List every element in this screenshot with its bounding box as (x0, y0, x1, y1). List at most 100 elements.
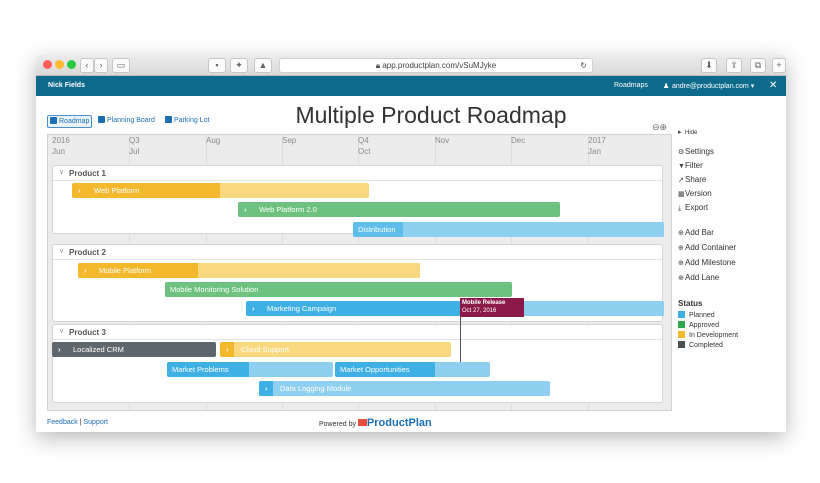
milestone-flag[interactable]: Mobile Release Oct 27, 2016 (460, 298, 524, 317)
plus-circle-icon: ⊕ (678, 230, 684, 237)
minimize-window-button[interactable] (55, 60, 64, 69)
lane-header[interactable]: ∨ Product 2 (53, 245, 662, 260)
legend-item: Planned (678, 311, 778, 319)
export-button[interactable]: ⤓ Export (678, 203, 708, 213)
timeline-label: 2017 Jan (588, 136, 606, 156)
expand-arrow-icon[interactable]: › (252, 301, 255, 316)
brand-name: ProductPlan (366, 417, 432, 429)
legend-item: In Development (678, 331, 778, 339)
roadmap-icon (50, 117, 57, 124)
legend-title: Status (678, 299, 703, 308)
legend-swatch (678, 311, 685, 318)
timeline-label: Q4 Oct (358, 136, 371, 156)
roadmap-bar[interactable]: › Web Platform 2.0 (238, 202, 560, 217)
hide-sidebar-button[interactable]: ▸ Hide (678, 128, 697, 136)
tab-parking-lot[interactable]: Parking Lot (165, 115, 209, 126)
roadmap-bar[interactable]: › Marketing Campaign (246, 301, 664, 316)
expand-arrow-icon[interactable]: › (226, 342, 229, 357)
roadmap-bar[interactable]: Distribution (353, 222, 664, 237)
version-button[interactable]: ▦Version (678, 189, 712, 198)
downloads-icon[interactable]: ⬇ (701, 58, 717, 73)
user-name: Nick Fields (48, 82, 85, 89)
legend-item: Completed (678, 341, 778, 349)
extension-icon[interactable]: ▪ (208, 58, 226, 73)
browser-toolbar: ‹ › ▭ ▪ ✦ ▲ 🔒︎ app.productplan.com/vSuMJ… (36, 55, 786, 76)
download-icon: ⤓ (678, 205, 682, 212)
chevron-down-icon[interactable]: ∨ (59, 168, 64, 176)
expand-arrow-icon[interactable]: › (78, 183, 81, 198)
maximize-window-button[interactable] (67, 60, 76, 69)
roadmap-bar[interactable]: › Localized CRM (52, 342, 216, 357)
legend-swatch (678, 331, 685, 338)
back-button[interactable]: ‹ (80, 58, 94, 73)
sidebar-toggle-icon[interactable]: ▭ (112, 58, 130, 73)
filter-button[interactable]: ▼Filter (678, 161, 703, 170)
tabs-icon[interactable]: ⧉ (750, 58, 766, 73)
legend-item: Approved (678, 321, 778, 329)
roadmap-bar[interactable]: Market Problems (167, 362, 333, 377)
chevron-down-icon[interactable]: ∨ (59, 247, 64, 255)
support-link[interactable]: Support (83, 419, 108, 426)
tab-planning-board[interactable]: Planning Board (98, 115, 155, 126)
expand-arrow-icon[interactable]: › (244, 202, 247, 217)
plus-circle-icon: ⊕ (678, 260, 684, 267)
warning-icon[interactable]: ▲ (254, 58, 272, 73)
version-icon: ▦ (678, 191, 685, 198)
timeline-label: Nov (435, 136, 450, 145)
lane-header[interactable]: ∨ Product 1 (53, 166, 662, 181)
expand-arrow-icon[interactable]: › (84, 263, 87, 278)
zoom-controls[interactable]: ⊖⊕ (652, 122, 667, 133)
footer-links: Feedback | Support (47, 419, 108, 426)
account-menu[interactable]: andre@productplan.com ▾ (672, 82, 754, 90)
new-tab-button[interactable]: + (772, 58, 786, 73)
roadmap-bar[interactable]: › Data Logging Module (259, 381, 550, 396)
settings-button[interactable]: ⚙Settings (678, 147, 714, 156)
caret-right-icon: ▸ (678, 129, 682, 136)
page-title: Multiple Product Roadmap (295, 102, 567, 128)
share-icon: ↗ (678, 177, 684, 184)
powered-by: Powered by ProductPlan (319, 417, 432, 429)
close-window-button[interactable] (43, 60, 52, 69)
expand-icon[interactable]: ✕ (769, 80, 777, 91)
add-bar-button[interactable]: ⊕Add Bar (678, 228, 714, 237)
app-header: Nick Fields Roadmaps ♟ andre@productplan… (36, 76, 786, 96)
plus-circle-icon: ⊕ (678, 275, 684, 282)
feedback-link[interactable]: Feedback (47, 419, 78, 426)
timeline-label: 2016 Jun (52, 136, 70, 156)
roadmap-bar[interactable]: › Cloud Support (220, 342, 451, 357)
timeline-label: Dec (511, 136, 526, 145)
roadmap-bar[interactable]: › Mobile Platform (78, 263, 420, 278)
roadmap-bar[interactable]: Mobile Monitoring Solution (165, 282, 512, 297)
chevron-down-icon[interactable]: ∨ (59, 327, 64, 335)
expand-arrow-icon[interactable]: › (265, 381, 268, 396)
add-container-button[interactable]: ⊕Add Container (678, 243, 736, 252)
share-icon[interactable]: ⇪ (726, 58, 742, 73)
lane-header[interactable]: ∨ Product 3 (53, 325, 662, 340)
browser-window: ‹ › ▭ ▪ ✦ ▲ 🔒︎ app.productplan.com/vSuMJ… (36, 55, 786, 432)
user-icon: ♟ (663, 83, 670, 90)
parking-lot-icon (165, 116, 172, 123)
roadmap-bar[interactable]: › Web Platform (72, 183, 369, 198)
footer-separator: | (79, 419, 82, 426)
roadmap-bar[interactable]: Market Opportunities (335, 362, 490, 377)
forward-button[interactable]: › (94, 58, 108, 73)
url-text: app.productplan.com/vSuMJyke (382, 61, 497, 70)
plus-circle-icon: ⊕ (678, 245, 684, 252)
expand-arrow-icon[interactable]: › (58, 342, 61, 357)
timeline-label: Aug (206, 136, 221, 145)
share-button[interactable]: ↗Share (678, 175, 706, 184)
status-legend: Status Planned Approved In Development C… (678, 299, 778, 349)
add-milestone-button[interactable]: ⊕Add Milestone (678, 258, 736, 267)
planning-board-icon (98, 116, 105, 123)
extension-2-icon[interactable]: ✦ (230, 58, 248, 73)
address-bar[interactable]: 🔒︎ app.productplan.com/vSuMJyke ↻ (279, 58, 593, 73)
reload-icon[interactable]: ↻ (580, 59, 587, 72)
filter-icon: ▼ (678, 163, 685, 170)
timeline-label: Sep (282, 136, 297, 145)
add-lane-button[interactable]: ⊕Add Lane (678, 273, 719, 282)
timeline-label: Q3 Jul (129, 136, 140, 156)
productplan-logo-icon (357, 419, 367, 426)
roadmaps-link[interactable]: Roadmaps (614, 82, 648, 89)
gear-icon: ⚙ (678, 149, 685, 156)
tab-roadmap[interactable]: Roadmap (47, 115, 93, 128)
